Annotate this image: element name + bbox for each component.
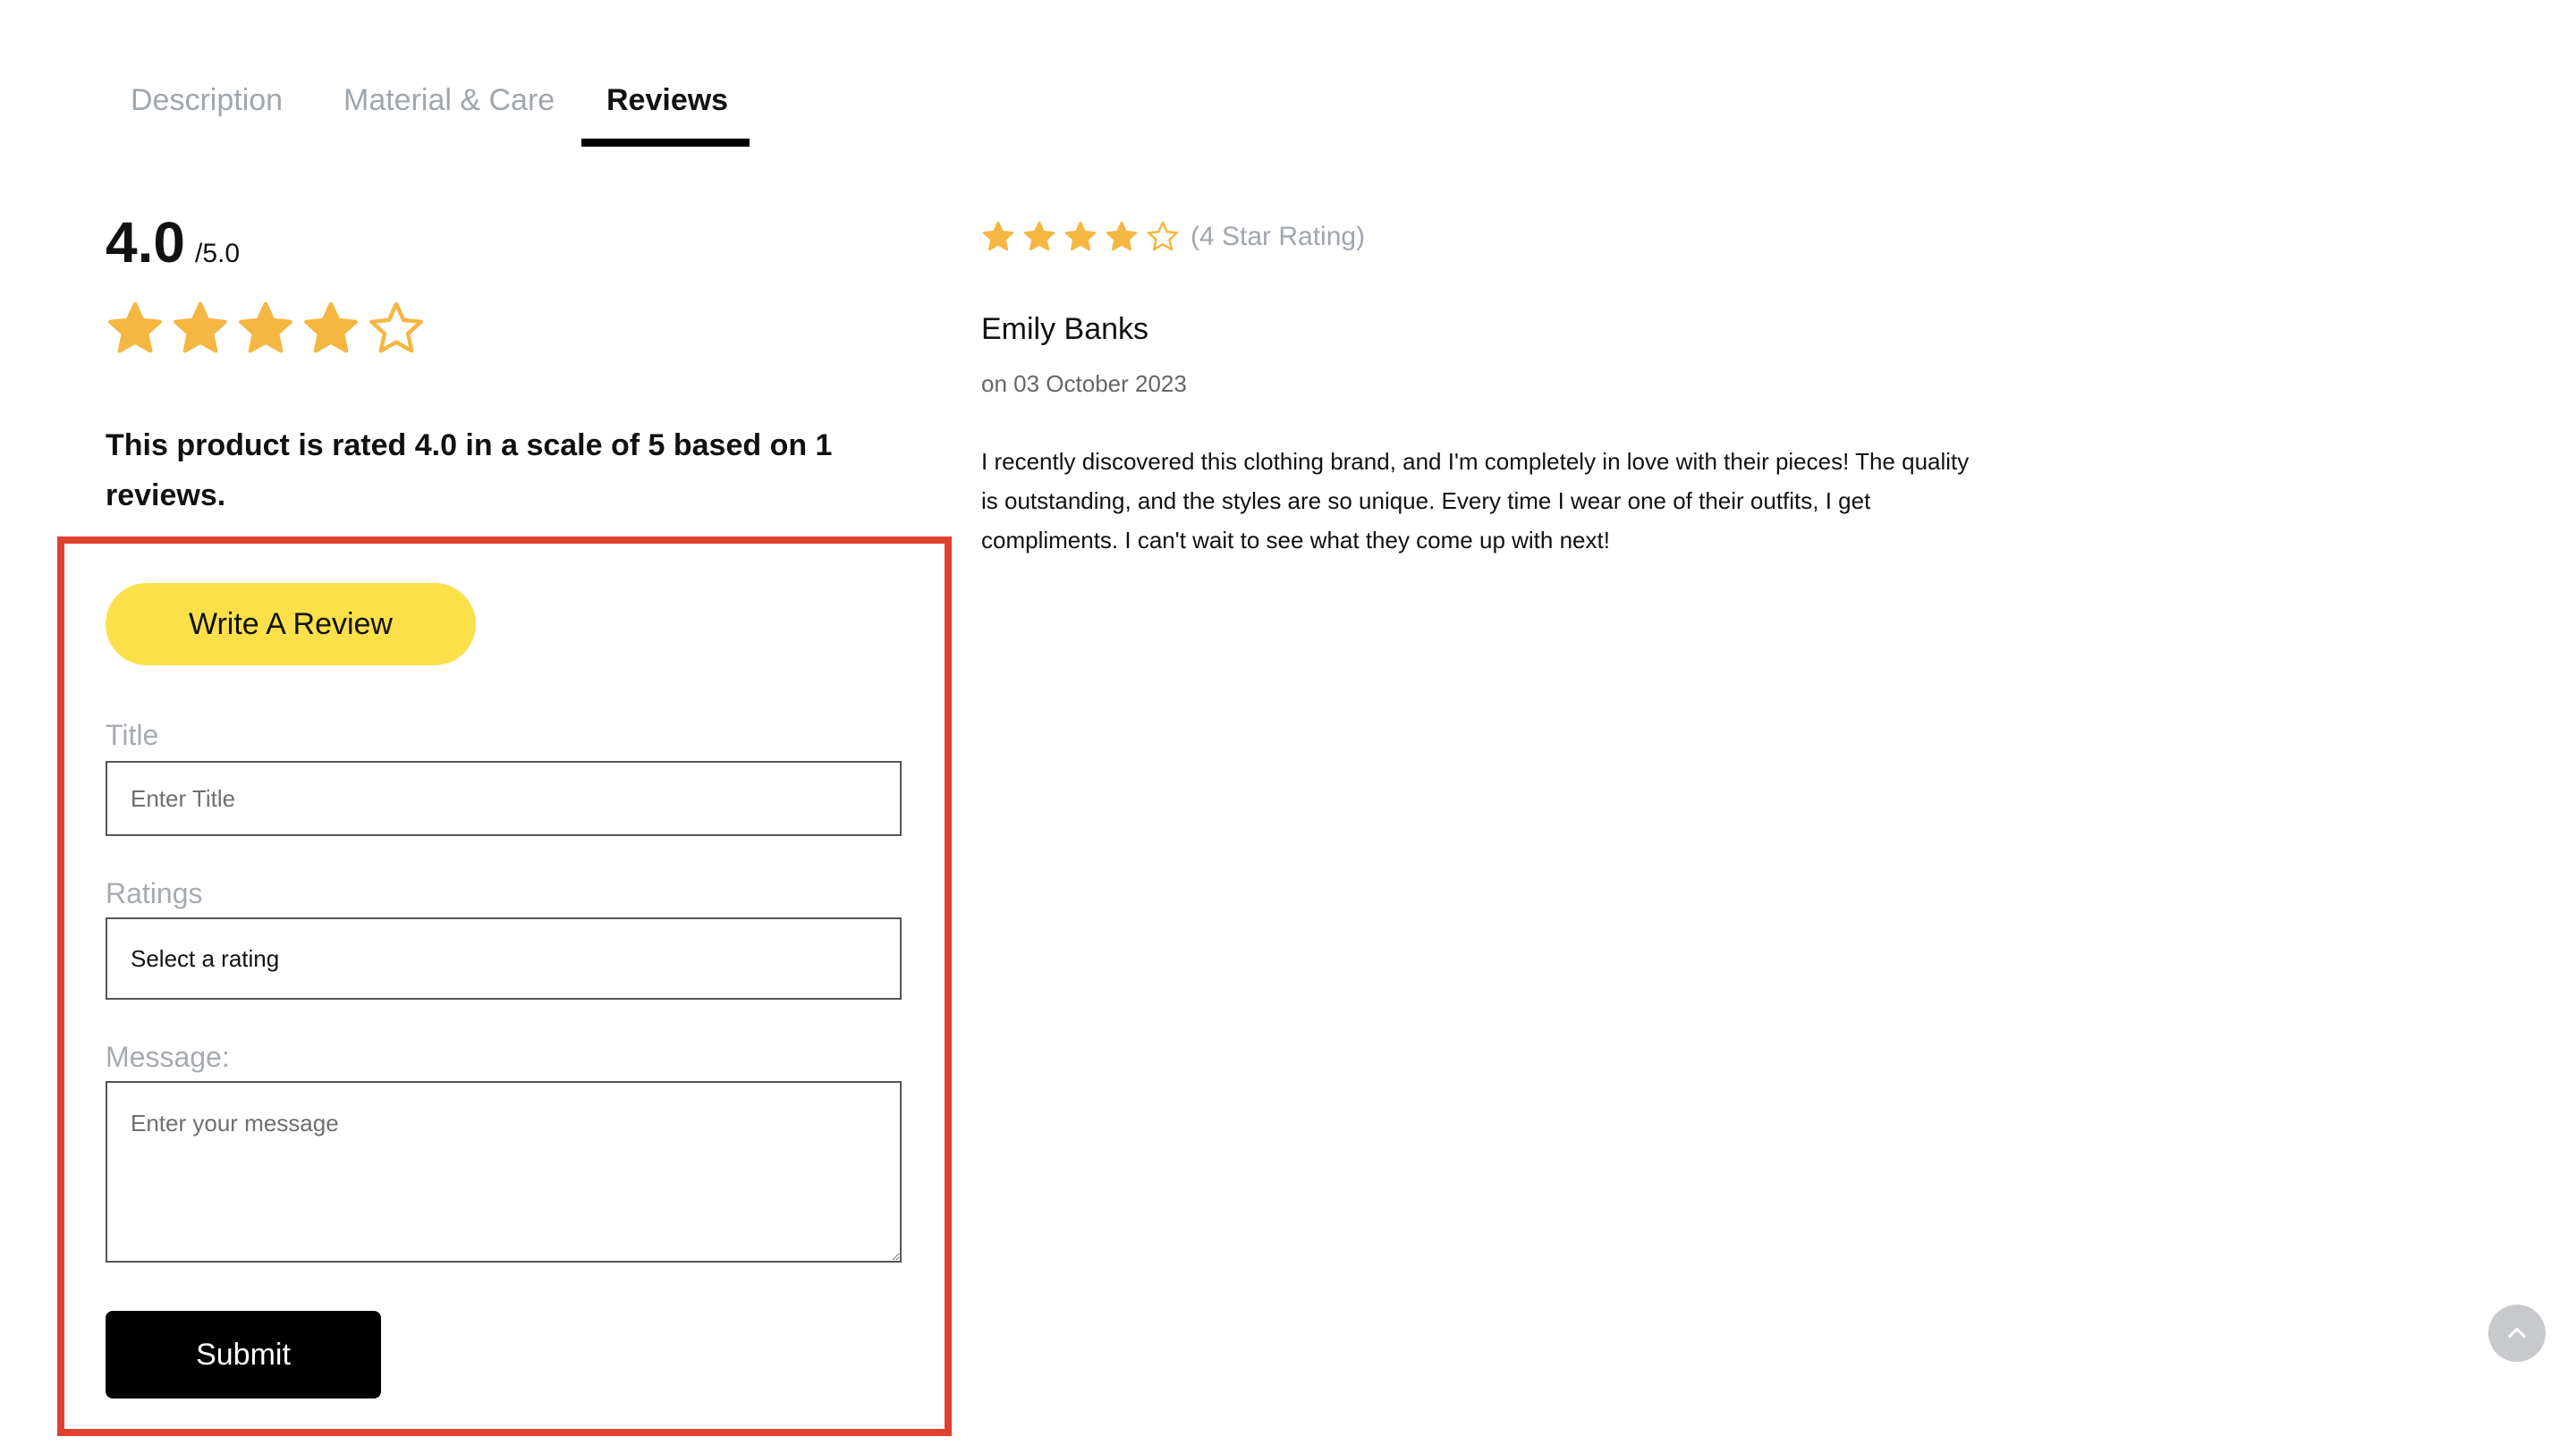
average-rating-stars xyxy=(106,300,426,359)
ratings-label: Ratings xyxy=(106,877,203,909)
star-filled-icon xyxy=(1106,221,1138,251)
message-textarea[interactable] xyxy=(106,1081,902,1263)
star-outline-icon xyxy=(369,301,423,353)
rating-summary-text: This product is rated 4.0 in a scale of … xyxy=(106,428,833,512)
star-filled-icon xyxy=(108,301,162,353)
submit-button[interactable]: Submit xyxy=(106,1311,381,1399)
rating-select[interactable]: Select a rating xyxy=(106,917,902,1000)
star-filled-icon xyxy=(1023,221,1055,251)
title-label: Title xyxy=(106,719,159,751)
review-rating-text: (4 Star Rating) xyxy=(1191,222,1366,251)
star-filled-icon xyxy=(1064,221,1097,251)
tab-description[interactable]: Description xyxy=(131,80,283,120)
rating-scale-max: /5.0 xyxy=(195,239,241,268)
reviewer-name: Emily Banks xyxy=(981,312,1149,346)
write-review-button[interactable]: Write A Review xyxy=(106,583,476,665)
chevron-up-icon xyxy=(2508,1327,2526,1339)
star-outline-icon xyxy=(1147,221,1179,251)
tab-material-care[interactable]: Material & Care xyxy=(343,80,555,120)
message-label: Message: xyxy=(106,1041,230,1073)
star-filled-icon xyxy=(239,301,292,353)
title-input[interactable] xyxy=(106,761,902,836)
review-rating-stars xyxy=(981,220,1180,254)
active-tab-indicator xyxy=(581,139,750,147)
average-rating-value: 4.0 xyxy=(106,210,185,275)
review-date: on 03 October 2023 xyxy=(981,370,1187,397)
tab-reviews[interactable]: Reviews xyxy=(606,80,728,120)
star-filled-icon xyxy=(982,221,1014,251)
scroll-to-top-button[interactable] xyxy=(2488,1305,2546,1362)
star-filled-icon xyxy=(304,301,358,353)
star-filled-icon xyxy=(174,301,227,353)
review-body: I recently discovered this clothing bran… xyxy=(981,448,1970,553)
